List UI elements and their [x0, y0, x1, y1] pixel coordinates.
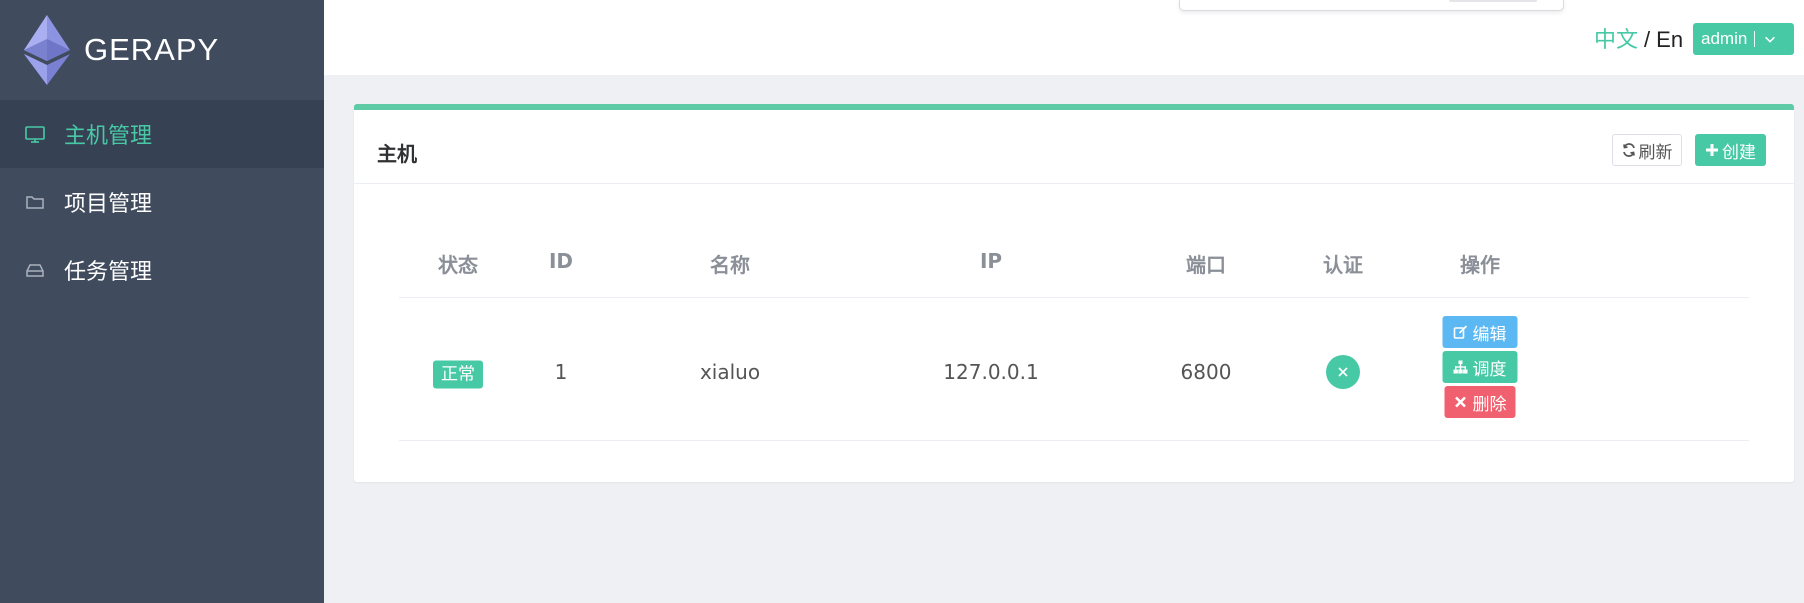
schedule-button[interactable]: 调度	[1442, 351, 1518, 383]
sidebar: GERAPY 主机管理 项目管理 任务管理	[0, 0, 324, 603]
sidebar-item-label: 任务管理	[64, 260, 153, 285]
edit-icon	[1453, 325, 1468, 339]
plus-icon	[1706, 144, 1718, 156]
inbox-icon	[24, 259, 46, 281]
ip-cell: 127.0.0.1	[943, 359, 1039, 384]
sidebar-item-label: 项目管理	[64, 192, 153, 217]
create-button[interactable]: 创建	[1695, 134, 1766, 166]
status-cell: 正常	[433, 359, 483, 389]
lang-separator: /	[1644, 27, 1651, 52]
auth-cell	[1326, 354, 1360, 389]
x-icon	[1326, 354, 1360, 389]
port-cell: 6800	[1180, 359, 1232, 384]
schedule-label: 调度	[1472, 359, 1507, 380]
table-row: 正常 1 xialuo 127.0.0.1 6800 编辑 调度 删除	[399, 298, 1749, 441]
sidebar-item-hosts[interactable]: 主机管理	[0, 100, 324, 168]
monitor-icon	[24, 123, 46, 145]
panel-header: 主机 刷新 创建	[354, 110, 1794, 184]
status-badge: 正常	[433, 360, 483, 389]
sitemap-icon	[1453, 360, 1468, 374]
sidebar-item-tasks[interactable]: 任务管理	[0, 236, 324, 304]
column-header-actions: 操作	[1460, 253, 1500, 277]
logo-text: GERAPY	[84, 32, 220, 67]
hosts-panel: 主机 刷新 创建 状态 ID 名称 IP 端口 认证 操作 正常 1 xialu…	[354, 104, 1794, 482]
sidebar-item-label: 主机管理	[64, 124, 153, 149]
logo[interactable]: GERAPY	[0, 0, 324, 100]
refresh-label: 刷新	[1638, 142, 1673, 163]
column-header-name: 名称	[710, 253, 750, 277]
create-label: 创建	[1722, 142, 1756, 163]
sidebar-item-projects[interactable]: 项目管理	[0, 168, 324, 236]
table-header: 状态 ID 名称 IP 端口 认证 操作	[399, 184, 1749, 298]
delete-button[interactable]: 删除	[1444, 386, 1516, 418]
column-header-id: ID	[548, 249, 574, 273]
column-header-status: 状态	[438, 253, 478, 277]
panel-title: 主机	[377, 142, 417, 166]
user-name: admin	[1701, 29, 1748, 48]
top-bar	[324, 0, 1804, 75]
column-header-auth: 认证	[1323, 253, 1363, 277]
name-cell: xialuo	[699, 359, 761, 384]
refresh-button[interactable]: 刷新	[1612, 134, 1682, 166]
hosts-table: 状态 ID 名称 IP 端口 认证 操作 正常 1 xialuo 127.0.0…	[399, 184, 1749, 441]
lang-zh-link[interactable]: 中文	[1594, 27, 1638, 52]
column-header-ip: IP	[979, 249, 1003, 273]
delete-label: 删除	[1472, 394, 1507, 415]
lang-en-link[interactable]: En	[1656, 27, 1683, 52]
user-menu-button[interactable]: admin	[1693, 23, 1794, 55]
edit-label: 编辑	[1472, 324, 1507, 345]
language-switch: 中文 / En	[1594, 22, 1683, 54]
ethereum-logo-icon	[24, 15, 70, 85]
chevron-down-icon	[1763, 31, 1779, 47]
popover-edge	[1179, 0, 1564, 11]
actions-cell: 编辑 调度 删除	[1442, 316, 1518, 418]
user-menu-divider	[1754, 31, 1756, 47]
column-header-port: 端口	[1186, 253, 1226, 277]
popover-button-edge	[1449, 0, 1537, 2]
id-cell: 1	[554, 359, 568, 384]
edit-button[interactable]: 编辑	[1442, 316, 1518, 348]
folder-icon	[24, 191, 46, 213]
close-icon	[1455, 396, 1466, 408]
refresh-icon	[1622, 143, 1635, 157]
